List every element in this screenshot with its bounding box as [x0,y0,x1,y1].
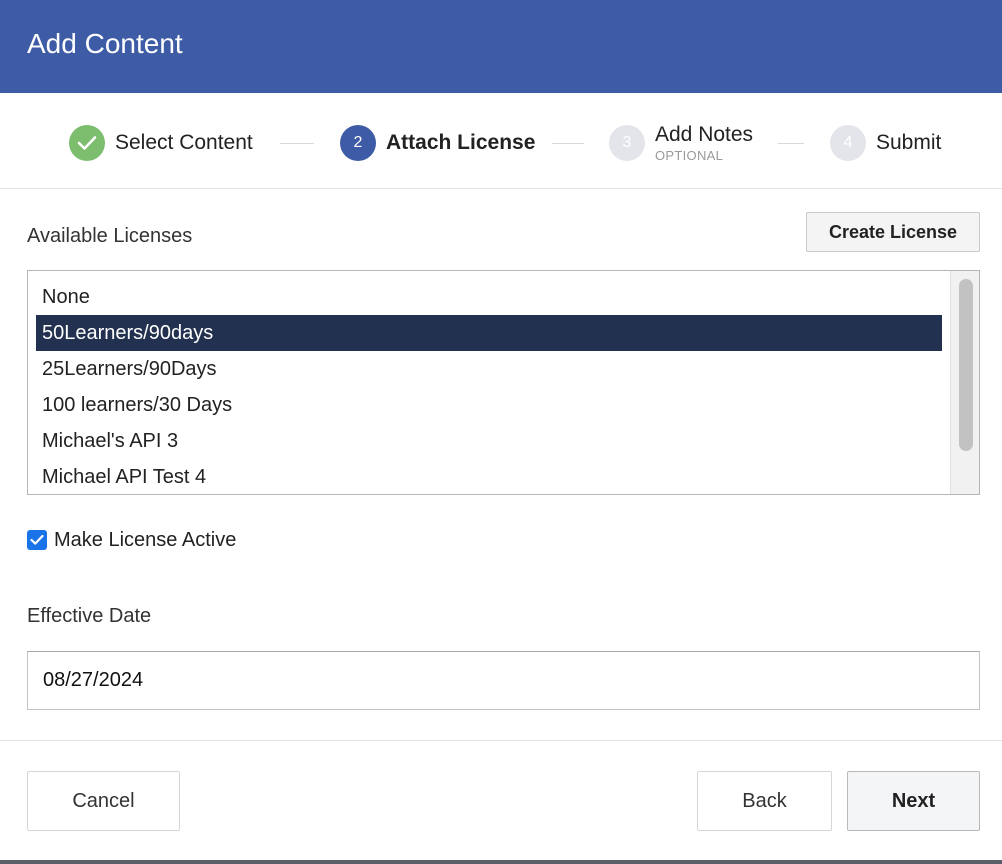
license-option[interactable]: Michael's API 3 [36,423,942,459]
license-option[interactable]: 100 learners/30 Days [36,387,942,423]
step-label: Attach License [386,131,536,154]
license-option[interactable]: None [36,279,942,315]
create-license-button[interactable]: Create License [806,212,980,252]
step-connector [552,143,584,144]
license-listbox[interactable]: None 50Learners/90days 25Learners/90Days… [27,270,980,495]
step-attach-license[interactable]: 2 Attach License [340,125,535,161]
effective-date-label: Effective Date [27,605,152,627]
step-number-badge: 4 [830,125,866,161]
license-option-selected[interactable]: 50Learners/90days [36,315,942,351]
dialog-header: Add Content [0,0,1002,93]
cancel-button[interactable]: Cancel [27,771,180,831]
step-sublabel: OPTIONAL [655,148,724,163]
effective-date-input[interactable] [27,651,980,710]
footer-divider [0,740,1002,741]
step-label: Submit [876,131,942,154]
step-label: Add Notes [655,123,754,146]
step-submit[interactable]: 4 Submit [830,125,941,161]
make-license-active-checkbox[interactable] [27,530,47,550]
listbox-scrollbar[interactable] [950,271,979,494]
step-connector [280,143,314,144]
dialog-title: Add Content [27,28,183,59]
step-number-badge: 3 [609,125,645,161]
next-button[interactable]: Next [847,771,980,831]
make-license-active-label[interactable]: Make License Active [54,529,236,552]
license-option[interactable]: Michael API Test 4 [36,459,942,494]
step-connector [778,143,804,144]
check-icon [69,125,105,161]
available-licenses-label: Available Licenses [27,225,193,247]
license-option[interactable]: 25Learners/90Days [36,351,942,387]
checkmark-icon [30,534,44,545]
step-label: Select Content [115,131,253,154]
bottom-edge [0,860,1002,864]
step-select-content[interactable]: Select Content [69,125,253,161]
step-add-notes[interactable]: 3 Add Notes OPTIONAL [609,123,754,163]
step-number-badge: 2 [340,125,376,161]
stepper: Select Content 2 Attach License 3 Add No… [0,93,1002,189]
scrollbar-thumb[interactable] [959,279,973,451]
back-button[interactable]: Back [697,771,832,831]
